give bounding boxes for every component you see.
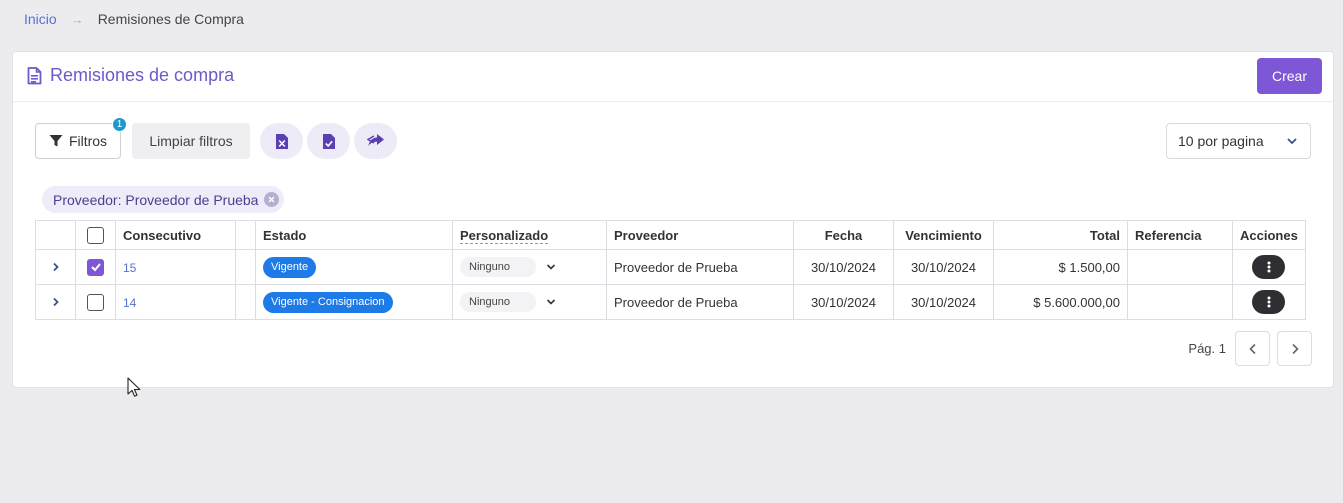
document-check-button[interactable]	[307, 123, 350, 159]
remove-filter-icon[interactable]	[264, 192, 280, 207]
export-excel-button[interactable]	[260, 123, 303, 159]
chevron-down-icon	[1287, 138, 1297, 145]
col-consecutivo[interactable]: Consecutivo	[115, 220, 236, 250]
page-title: Remisiones de compra	[27, 65, 234, 86]
cell-vencimiento: 30/10/2024	[893, 284, 994, 320]
col-estado[interactable]: Estado	[255, 220, 453, 250]
table-header-row: Consecutivo Estado Personalizado Proveed…	[35, 220, 1306, 250]
cell-referencia	[1127, 249, 1233, 285]
page-title-text: Remisiones de compra	[50, 65, 235, 85]
mouse-cursor-icon	[127, 377, 141, 397]
more-vertical-icon	[1267, 261, 1271, 273]
chevron-down-icon	[546, 298, 556, 305]
active-filter-chip: Proveedor: Proveedor de Prueba	[42, 186, 285, 213]
status-badge: Vigente - Consignacion	[263, 291, 393, 313]
select-all-checkbox[interactable]	[87, 226, 104, 244]
share-icon	[366, 134, 384, 146]
row-actions-button[interactable]	[1252, 255, 1286, 279]
cell-proveedor: Proveedor de Prueba	[606, 284, 794, 320]
col-referencia[interactable]: Referencia	[1127, 220, 1233, 250]
filters-button[interactable]: Filtros 1	[35, 117, 127, 159]
filters-count-badge: 1	[112, 117, 127, 132]
pagination: Pág. 1	[1188, 331, 1312, 366]
table-row: 14 Vigente - Consignacion Ninguno Provee…	[35, 284, 1306, 320]
cell-estado: Vigente - Consignacion	[255, 284, 453, 320]
status-badge: Vigente	[263, 256, 317, 278]
row-select	[75, 284, 116, 320]
col-expand	[35, 220, 76, 250]
breadcrumb: Inicio → Remisiones de Compra	[24, 11, 244, 27]
document-check-icon	[322, 133, 335, 149]
chevron-right-icon	[1291, 343, 1299, 354]
col-proveedor[interactable]: Proveedor	[606, 220, 794, 250]
col-total[interactable]: Total	[993, 220, 1128, 250]
share-button[interactable]	[354, 123, 397, 159]
cell-personalizado: Ninguno	[452, 284, 607, 320]
toolbar: Filtros 1 Limpiar filtros	[35, 117, 397, 159]
col-personalizado[interactable]: Personalizado	[452, 220, 607, 250]
active-filter-label: Proveedor: Proveedor de Prueba	[53, 191, 259, 208]
row-select	[75, 249, 116, 285]
row-checkbox[interactable]	[87, 258, 104, 276]
cell-personalizado: Ninguno	[452, 249, 607, 285]
chevron-left-icon	[1248, 343, 1256, 354]
cell-estado: Vigente	[255, 249, 453, 285]
col-personalizado-label: Personalizado	[460, 227, 549, 244]
data-table: Consecutivo Estado Personalizado Proveed…	[35, 220, 1306, 320]
row-expand[interactable]	[35, 284, 76, 320]
next-page-button[interactable]	[1277, 331, 1312, 366]
chevron-down-icon	[546, 263, 556, 270]
personalizado-select[interactable]: Ninguno	[460, 292, 536, 312]
cell-vencimiento: 30/10/2024	[893, 249, 994, 285]
page-indicator: Pág. 1	[1188, 341, 1226, 356]
consecutivo-link[interactable]: 15	[123, 261, 136, 275]
create-button[interactable]: Crear	[1257, 58, 1322, 94]
per-page-select[interactable]: 10 por pagina	[1166, 123, 1311, 159]
row-actions-button[interactable]	[1252, 290, 1286, 314]
col-acciones: Acciones	[1232, 220, 1306, 250]
personalizado-select[interactable]: Ninguno	[460, 257, 536, 277]
chevron-right-icon	[52, 262, 59, 271]
consecutivo-link[interactable]: 14	[123, 296, 136, 310]
document-icon	[27, 66, 42, 84]
card-header: Remisiones de compra Crear	[13, 52, 1333, 102]
filters-label: Filtros	[68, 133, 108, 149]
breadcrumb-current: Remisiones de Compra	[97, 11, 244, 27]
table-row: 15 Vigente Ninguno Proveedor de Prueba 3…	[35, 249, 1306, 285]
cell-consecutivo: 15	[115, 249, 236, 285]
col-select-all	[75, 220, 116, 250]
cell-fecha: 30/10/2024	[793, 249, 894, 285]
col-blank	[235, 220, 256, 250]
prev-page-button[interactable]	[1235, 331, 1270, 366]
cell-blank	[235, 284, 256, 320]
col-vencimiento[interactable]: Vencimiento	[893, 220, 994, 250]
cell-proveedor: Proveedor de Prueba	[606, 249, 794, 285]
cell-blank	[235, 249, 256, 285]
breadcrumb-home-link[interactable]: Inicio	[24, 11, 57, 27]
row-expand[interactable]	[35, 249, 76, 285]
cell-consecutivo: 14	[115, 284, 236, 320]
cell-fecha: 30/10/2024	[793, 284, 894, 320]
cell-referencia	[1127, 284, 1233, 320]
cell-total: $ 5.600.000,00	[993, 284, 1128, 320]
filter-icon	[49, 135, 63, 147]
clear-filters-button[interactable]: Limpiar filtros	[132, 123, 250, 159]
chevron-right-icon	[52, 297, 59, 306]
export-excel-icon	[275, 133, 288, 149]
breadcrumb-separator: →	[70, 11, 84, 27]
row-checkbox[interactable]	[87, 293, 104, 311]
main-card: Remisiones de compra Crear Filtros 1 Lim…	[12, 51, 1334, 388]
per-page-value: 10 por pagina	[1178, 133, 1264, 149]
more-vertical-icon	[1267, 296, 1271, 308]
col-fecha[interactable]: Fecha	[793, 220, 894, 250]
cell-acciones	[1232, 249, 1306, 285]
cell-total: $ 1.500,00	[993, 249, 1128, 285]
cell-acciones	[1232, 284, 1306, 320]
